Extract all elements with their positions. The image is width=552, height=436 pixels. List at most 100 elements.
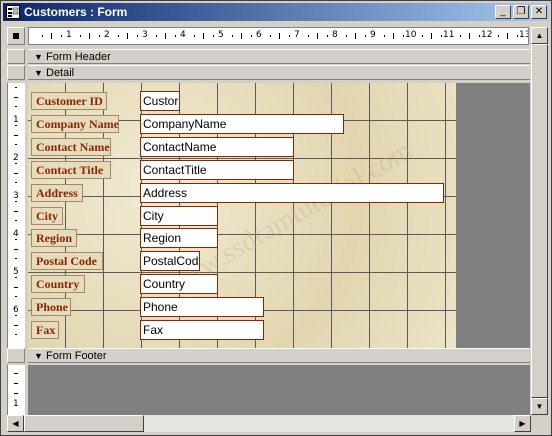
form-footer-section[interactable] <box>28 365 530 415</box>
field-textbox[interactable]: Country <box>140 274 218 295</box>
field-textbox[interactable]: Custor <box>140 91 180 111</box>
ruler-tick <box>345 35 347 37</box>
field-label[interactable]: Address <box>31 183 83 202</box>
field-textbox[interactable]: Phone <box>140 297 264 318</box>
ruler-tick <box>15 315 17 316</box>
ruler-tick <box>364 35 366 37</box>
ruler-tick <box>14 134 18 136</box>
field-label[interactable]: Customer ID <box>31 92 107 110</box>
ruler-tick <box>60 35 62 37</box>
title-bar[interactable]: Customers : Form _ ❐ ✕ <box>3 3 549 21</box>
ruler-number: 4 <box>13 229 19 239</box>
field-textbox[interactable]: Address <box>140 182 444 203</box>
horizontal-scroll-thumb[interactable] <box>24 415 144 432</box>
field-textbox[interactable]: CompanyName <box>140 113 344 134</box>
form-footer-bar[interactable]: ▼ Form Footer <box>28 348 530 363</box>
field-textbox[interactable]: ContactTitle <box>140 159 294 180</box>
scroll-right-button[interactable]: ▶ <box>514 415 531 432</box>
field-label[interactable]: Phone <box>31 298 71 317</box>
ruler-tick <box>136 35 138 37</box>
ruler-tick <box>14 286 18 288</box>
section-arrow-icon: ▼ <box>34 351 43 361</box>
ruler-number: 9 <box>370 30 376 40</box>
vertical-scrollbar[interactable]: ▲ ▼ <box>531 27 548 415</box>
scroll-left-button[interactable]: ◀ <box>7 415 24 432</box>
field-label[interactable]: City <box>31 206 63 225</box>
horizontal-ruler[interactable]: 12345678910111213 <box>28 27 529 45</box>
ruler-tick <box>250 35 252 37</box>
ruler-tick <box>14 393 18 394</box>
field-label[interactable]: Contact Title <box>31 160 111 179</box>
field-label[interactable]: Fax <box>31 321 59 339</box>
ruler-tick <box>15 296 17 297</box>
ruler-number: 12 <box>481 30 493 40</box>
ruler-number: 7 <box>294 30 300 40</box>
ruler-tick <box>41 35 43 37</box>
field-textbox[interactable]: PostalCod <box>140 251 200 272</box>
field-textbox[interactable]: Fax <box>140 320 264 340</box>
ruler-tick <box>269 35 271 37</box>
ruler-tick <box>14 248 18 250</box>
detail-section[interactable]: www.ssdramtutorial.com Customer ID Custor… <box>28 83 456 348</box>
field-textbox[interactable]: Region <box>140 228 218 249</box>
ruler-tick <box>288 35 290 37</box>
ruler-tick <box>14 383 18 384</box>
header-section-selector[interactable] <box>7 49 25 64</box>
ruler-tick <box>393 33 394 39</box>
ruler-tick <box>15 163 17 164</box>
ruler-tick <box>15 201 17 202</box>
ruler-tick <box>15 106 17 107</box>
ruler-tick <box>478 35 480 37</box>
field-label[interactable]: Postal Code <box>31 252 103 271</box>
section-arrow-icon: ▼ <box>34 68 43 78</box>
form-selector[interactable] <box>7 27 25 45</box>
ruler-tick <box>14 96 18 98</box>
vertical-scroll-thumb[interactable] <box>531 44 548 398</box>
ruler-tick <box>98 35 100 37</box>
scroll-down-button[interactable]: ▼ <box>531 398 548 415</box>
ruler-tick <box>15 125 17 126</box>
ruler-number: 13 <box>519 30 528 40</box>
ruler-tick <box>155 35 157 37</box>
field-textbox[interactable]: ContactName <box>140 136 294 157</box>
minimize-button[interactable]: _ <box>495 5 511 19</box>
detail-bar[interactable]: ▼ Detail <box>28 65 530 80</box>
close-button[interactable]: ✕ <box>531 5 547 19</box>
ruler-number: 5 <box>13 267 19 277</box>
size-grip[interactable] <box>531 415 548 432</box>
form-header-label: Form Header <box>46 51 111 63</box>
ruler-tick <box>307 35 309 37</box>
ruler-number: 1 <box>66 30 72 40</box>
field-label[interactable]: Contact Name <box>31 137 111 156</box>
ruler-number: 6 <box>13 305 19 315</box>
ruler-tick <box>279 33 280 39</box>
form-header-bar[interactable]: ▼ Form Header <box>28 49 530 64</box>
scroll-up-button[interactable]: ▲ <box>531 27 548 44</box>
detail-section-selector[interactable] <box>7 65 25 80</box>
window-title: Customers : Form <box>24 5 128 19</box>
ruler-tick <box>326 35 328 37</box>
field-textbox[interactable]: City <box>140 205 218 226</box>
footer-section-selector[interactable] <box>7 348 25 363</box>
restore-button[interactable]: ❐ <box>513 5 529 19</box>
ruler-tick <box>14 210 18 212</box>
ruler-tick <box>421 35 423 37</box>
ruler-tick <box>212 35 214 37</box>
ruler-tick <box>127 33 128 39</box>
ruler-number: 3 <box>142 30 148 40</box>
ruler-tick <box>497 35 499 37</box>
form-design-window: Customers : Form _ ❐ ✕ 12345678910111213… <box>0 0 552 436</box>
ruler-tick <box>15 258 17 259</box>
ruler-tick <box>402 35 404 37</box>
horizontal-scrollbar[interactable]: ◀ ▶ <box>7 415 531 432</box>
field-label[interactable]: Region <box>31 229 77 248</box>
ruler-tick <box>241 33 242 39</box>
ruler-tick <box>459 35 461 37</box>
field-label[interactable]: Company Name <box>31 114 119 133</box>
field-label[interactable]: Country <box>31 275 85 294</box>
ruler-number: 1 <box>13 115 19 125</box>
ruler-tick <box>15 277 17 278</box>
ruler-tick <box>15 239 17 240</box>
ruler-number: 1 <box>13 399 19 409</box>
form-selector-square-icon <box>13 33 19 39</box>
